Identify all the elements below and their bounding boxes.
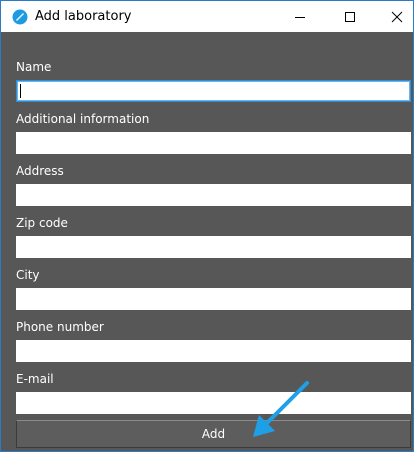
- minimize-icon: [295, 16, 305, 18]
- address-label: Address: [16, 164, 64, 178]
- text-caret: [20, 84, 21, 98]
- maximize-icon: [345, 11, 355, 22]
- close-button[interactable]: [374, 1, 413, 32]
- additional-information-label: Additional information: [16, 112, 150, 126]
- name-label: Name: [16, 60, 52, 74]
- city-label: City: [16, 268, 40, 282]
- address-field[interactable]: [16, 184, 411, 206]
- laboratory-form: Name Additional information Address Zip …: [1, 32, 413, 451]
- phone-number-label: Phone number: [16, 320, 104, 334]
- zip-code-field[interactable]: [16, 236, 411, 258]
- minimize-button[interactable]: [277, 1, 323, 32]
- phone-number-field[interactable]: [16, 340, 411, 362]
- city-field[interactable]: [16, 288, 411, 310]
- add-laboratory-window: Add laboratory Name Additional informati…: [0, 0, 414, 452]
- add-button[interactable]: Add: [16, 420, 411, 448]
- zip-code-label: Zip code: [16, 216, 68, 230]
- name-field[interactable]: [16, 80, 411, 102]
- email-label: E-mail: [16, 372, 54, 386]
- title-bar[interactable]: Add laboratory: [1, 1, 413, 32]
- additional-information-field[interactable]: [16, 132, 411, 154]
- close-icon: [391, 11, 403, 22]
- window-title: Add laboratory: [35, 9, 132, 24]
- app-logo-icon: [12, 9, 28, 25]
- email-field[interactable]: [16, 392, 411, 414]
- maximize-button[interactable]: [327, 1, 373, 32]
